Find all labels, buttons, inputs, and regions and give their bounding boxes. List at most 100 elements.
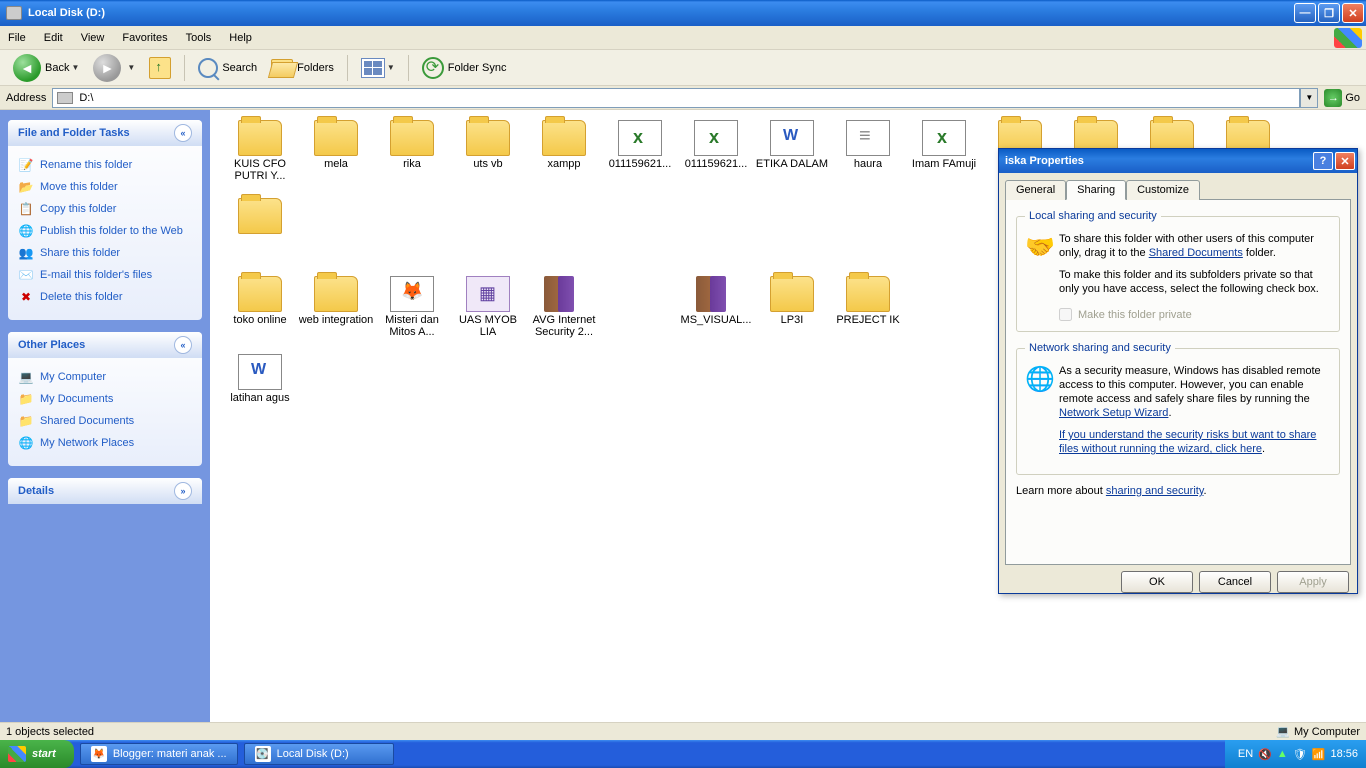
panel-header-details[interactable]: Details » xyxy=(8,478,202,504)
place-icon xyxy=(18,391,34,407)
local-private-text: To make this folder and its subfolders p… xyxy=(1059,268,1331,296)
task-link[interactable]: Delete this folder xyxy=(18,286,192,308)
file-item[interactable] xyxy=(222,198,298,276)
menu-edit[interactable]: Edit xyxy=(44,32,63,44)
forward-arrow-icon: ► xyxy=(93,54,121,82)
dialog-title-bar[interactable]: iska Properties ? ✕ xyxy=(999,149,1357,173)
share-without-wizard-link[interactable]: If you understand the security risks but… xyxy=(1059,429,1316,455)
menu-file[interactable]: File xyxy=(8,32,26,44)
address-dropdown[interactable]: ▼ xyxy=(1300,88,1318,108)
chevron-down-icon: ▼ xyxy=(71,63,79,72)
language-indicator[interactable]: EN xyxy=(1238,748,1253,760)
file-item[interactable]: KUIS CFO PUTRI Y... xyxy=(222,120,298,198)
file-item[interactable]: Misteri dan Mitos A... xyxy=(374,276,450,354)
place-link[interactable]: My Network Places xyxy=(18,432,192,454)
panel-header-tasks[interactable]: File and Folder Tasks « xyxy=(8,120,202,146)
file-item[interactable]: uts vb xyxy=(450,120,526,198)
apply-button[interactable]: Apply xyxy=(1277,571,1349,593)
file-item[interactable]: haura xyxy=(830,120,906,198)
task-link[interactable]: Copy this folder xyxy=(18,198,192,220)
menu-help[interactable]: Help xyxy=(229,32,252,44)
menu-bar: File Edit View Favorites Tools Help xyxy=(0,26,1366,50)
task-link[interactable]: Rename this folder xyxy=(18,154,192,176)
close-button[interactable]: ✕ xyxy=(1342,3,1364,23)
menu-tools[interactable]: Tools xyxy=(186,32,212,44)
start-button[interactable]: start xyxy=(0,740,74,768)
cancel-button[interactable]: Cancel xyxy=(1199,571,1271,593)
file-item[interactable]: 011159621... xyxy=(678,120,754,198)
collapse-icon: « xyxy=(174,124,192,142)
task-icon xyxy=(18,245,34,261)
system-tray[interactable]: EN 🔇 ▲ 🛡 📶 18:56 xyxy=(1225,740,1366,768)
task-link[interactable]: Share this folder xyxy=(18,242,192,264)
file-item[interactable]: MS_VISUAL... xyxy=(678,276,754,354)
network-icon: 🌐 xyxy=(1025,364,1055,394)
place-label: My Network Places xyxy=(40,437,134,449)
file-label: uts vb xyxy=(473,158,502,170)
maximize-button[interactable]: ❐ xyxy=(1318,3,1340,23)
tray-icon[interactable]: ▲ xyxy=(1277,748,1288,760)
network-setup-wizard-link[interactable]: Network Setup Wizard xyxy=(1059,407,1168,419)
tab-customize[interactable]: Customize xyxy=(1126,180,1200,200)
task-label: Rename this folder xyxy=(40,159,132,171)
menu-view[interactable]: View xyxy=(81,32,105,44)
task-link[interactable]: Move this folder xyxy=(18,176,192,198)
file-item[interactable]: Imam FAmuji xyxy=(906,120,982,198)
views-button[interactable]: ▼ xyxy=(354,53,402,83)
tab-general[interactable]: General xyxy=(1005,180,1066,200)
file-item[interactable]: PREJECT IK xyxy=(830,276,906,354)
back-button[interactable]: ◄ Back ▼ xyxy=(6,53,86,83)
up-button[interactable] xyxy=(142,53,178,83)
file-label: ETIKA DALAM xyxy=(756,158,828,170)
file-item[interactable]: toko online xyxy=(222,276,298,354)
place-link[interactable]: My Documents xyxy=(18,388,192,410)
file-item[interactable]: ETIKA DALAM xyxy=(754,120,830,198)
up-folder-icon xyxy=(149,57,171,79)
ok-button[interactable]: OK xyxy=(1121,571,1193,593)
tray-icon[interactable]: 🔇 xyxy=(1258,748,1272,761)
help-button[interactable]: ? xyxy=(1313,152,1333,170)
go-button[interactable]: → Go xyxy=(1318,89,1366,107)
file-item[interactable]: rika xyxy=(374,120,450,198)
task-link[interactable]: E-mail this folder's files xyxy=(18,264,192,286)
windows-logo-icon xyxy=(8,746,26,762)
make-private-input xyxy=(1059,308,1072,321)
file-label: web integration xyxy=(299,314,374,326)
address-input[interactable]: D:\ xyxy=(52,88,1300,108)
windows-flag-icon xyxy=(1334,28,1362,48)
place-link[interactable]: My Computer xyxy=(18,366,192,388)
tray-icon[interactable]: 📶 xyxy=(1312,748,1326,761)
shared-documents-link[interactable]: Shared Documents xyxy=(1149,247,1243,259)
task-link[interactable]: Publish this folder to the Web xyxy=(18,220,192,242)
file-item[interactable]: 011159621... xyxy=(602,120,678,198)
file-item[interactable]: latihan agus xyxy=(222,354,298,432)
make-private-checkbox: Make this folder private xyxy=(1059,308,1331,321)
menu-favorites[interactable]: Favorites xyxy=(122,32,167,44)
status-bar: 1 objects selected 💻 My Computer xyxy=(0,722,1366,740)
task-icon xyxy=(18,179,34,195)
taskbar-app[interactable]: 💽Local Disk (D:) xyxy=(244,743,394,765)
file-item[interactable]: UAS MYOB LIA KUNITA.myo xyxy=(450,276,526,354)
file-item[interactable]: xampp xyxy=(526,120,602,198)
clock[interactable]: 18:56 xyxy=(1330,748,1358,760)
minimize-button[interactable]: — xyxy=(1294,3,1316,23)
taskbar-app[interactable]: 🦊Blogger: materi anak ... xyxy=(80,743,238,765)
folders-button[interactable]: Folders xyxy=(264,53,341,83)
properties-dialog: iska Properties ? ✕ General Sharing Cust… xyxy=(998,148,1358,594)
tray-icon[interactable]: 🛡 xyxy=(1293,748,1307,761)
file-item[interactable]: AVG Internet Security 2... xyxy=(526,276,602,354)
file-item[interactable]: mela xyxy=(298,120,374,198)
file-label: toko online xyxy=(233,314,286,326)
panel-header-places[interactable]: Other Places « xyxy=(8,332,202,358)
taskbar: start 🦊Blogger: materi anak ... 💽Local Di… xyxy=(0,740,1366,768)
file-item[interactable]: web integration xyxy=(298,276,374,354)
place-link[interactable]: Shared Documents xyxy=(18,410,192,432)
dialog-close-button[interactable]: ✕ xyxy=(1335,152,1355,170)
task-label: Publish this folder to the Web xyxy=(40,225,183,237)
learn-more-link[interactable]: sharing and security xyxy=(1106,485,1204,497)
search-button[interactable]: Search xyxy=(191,53,264,83)
forward-button[interactable]: ► ▼ xyxy=(86,53,142,83)
foldersync-button[interactable]: Folder Sync xyxy=(415,53,514,83)
file-item[interactable]: LP3I xyxy=(754,276,830,354)
tab-sharing[interactable]: Sharing xyxy=(1066,180,1126,200)
